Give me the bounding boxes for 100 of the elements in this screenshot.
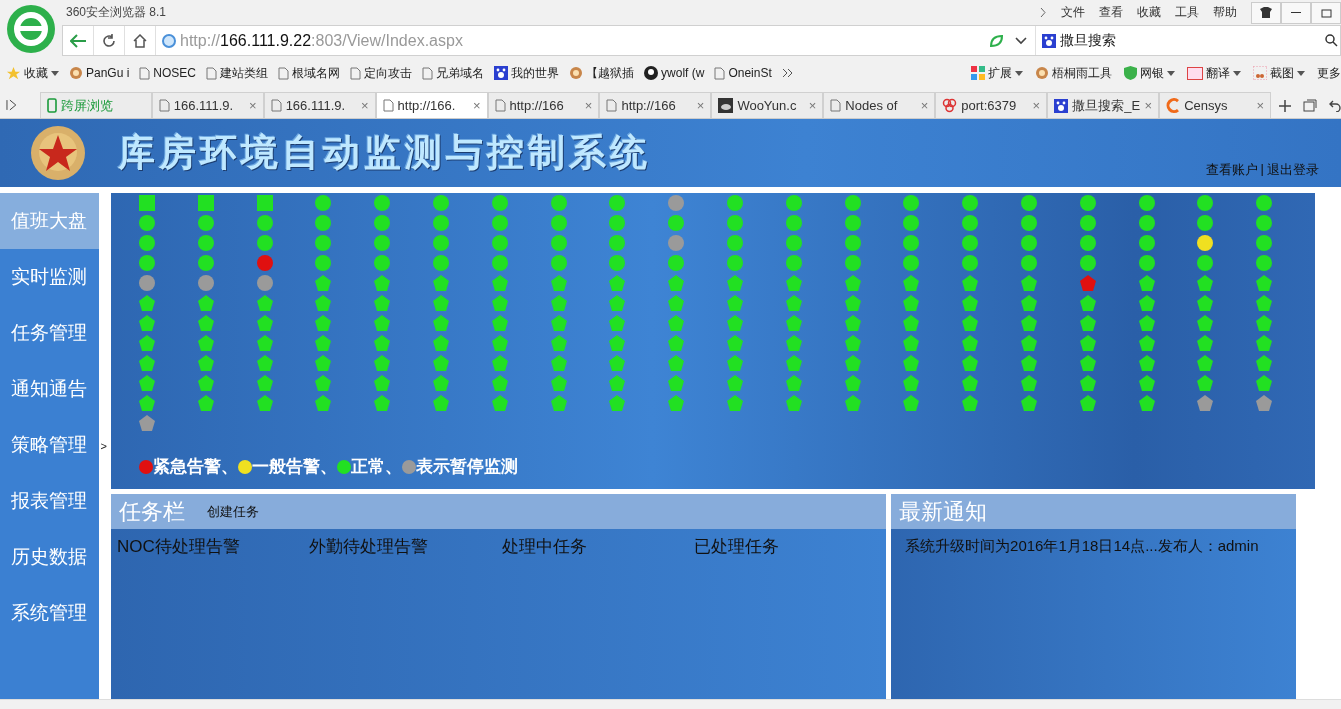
caret-icon[interactable] bbox=[1167, 70, 1175, 76]
panel-title: 最新通知 bbox=[899, 497, 988, 526]
paw-icon bbox=[494, 66, 509, 80]
page-icon bbox=[714, 66, 726, 80]
caret-icon[interactable] bbox=[1297, 70, 1305, 76]
logo-icon bbox=[1035, 66, 1049, 80]
collapse-toggle[interactable]: > bbox=[100, 440, 107, 452]
bookmark-item[interactable]: 定向攻击 bbox=[350, 64, 413, 82]
sidebar-item[interactable]: 报表管理 bbox=[0, 473, 99, 529]
bookmark-item[interactable]: PanGu i bbox=[69, 66, 130, 80]
windows-icon[interactable] bbox=[1303, 99, 1318, 112]
browser-tab[interactable]: 166.111.9. × bbox=[151, 92, 264, 118]
bookmark-item[interactable]: 【越狱插 bbox=[569, 64, 635, 82]
sidebar-item[interactable]: 实时监测 bbox=[0, 249, 99, 305]
toolbar-item[interactable]: 网银 bbox=[1124, 64, 1175, 82]
toolbar-item[interactable]: 梧桐雨工具 bbox=[1035, 64, 1112, 82]
browser-tab[interactable]: 166.111.9. × bbox=[263, 92, 376, 118]
page-icon bbox=[830, 99, 842, 112]
undo-icon[interactable] bbox=[1329, 99, 1341, 112]
browser-tab[interactable]: Nodes of × bbox=[823, 92, 936, 118]
page-icon bbox=[350, 66, 362, 80]
sidebar-item[interactable]: 策略管理 bbox=[0, 417, 99, 473]
bookmark-item[interactable]: ywolf (w bbox=[644, 66, 705, 80]
logo-icon bbox=[569, 66, 584, 80]
toolbar-item[interactable]: 翻译 bbox=[1187, 64, 1241, 82]
menu-item[interactable]: 收藏 bbox=[1137, 4, 1161, 21]
page-icon bbox=[494, 99, 506, 112]
chevron-down-icon[interactable] bbox=[1015, 36, 1027, 45]
caret-icon[interactable] bbox=[51, 70, 59, 76]
search-icon[interactable] bbox=[1325, 34, 1338, 47]
browser-tab[interactable]: 撒旦搜索_E × bbox=[1047, 92, 1160, 118]
sidebar-item[interactable]: 任务管理 bbox=[0, 305, 99, 361]
emblem-icon bbox=[30, 125, 86, 181]
browser-tab[interactable]: http://166. × bbox=[375, 92, 488, 118]
address-bar[interactable]: http://166.111.9.22:803/View/Index.aspx 撒旦搜索 bbox=[62, 25, 1341, 56]
page-icon bbox=[422, 66, 434, 80]
task-category[interactable]: 外勤待处理告警 bbox=[309, 535, 502, 558]
browser-tab[interactable]: port:6379 × bbox=[935, 92, 1048, 118]
reload-icon bbox=[102, 33, 116, 48]
home-icon bbox=[133, 33, 147, 48]
caret-icon[interactable] bbox=[1233, 70, 1241, 76]
bookmark-item[interactable]: NOSEC bbox=[139, 66, 197, 80]
chevron-right-icon[interactable] bbox=[1040, 7, 1047, 18]
browser-logo-icon bbox=[7, 5, 55, 53]
bookmark-item[interactable]: 根域名网 bbox=[278, 64, 341, 82]
shield-icon bbox=[1124, 66, 1137, 80]
globe-icon bbox=[162, 33, 176, 48]
grid-icon bbox=[971, 66, 985, 80]
sidebar-item[interactable]: 历史数据 bbox=[0, 529, 99, 585]
browser-tab[interactable]: WooYun.c × bbox=[711, 92, 824, 118]
menu-item[interactable]: 文件 bbox=[1061, 4, 1085, 21]
legend-label: 表示暂停监测 bbox=[416, 456, 519, 478]
system-title: 库房环境自动监测与控制系统 bbox=[118, 131, 651, 175]
menu-item[interactable]: 工具 bbox=[1175, 4, 1199, 21]
paw-icon bbox=[1042, 33, 1056, 48]
rings-icon bbox=[942, 98, 958, 113]
skin-button[interactable] bbox=[1251, 1, 1281, 24]
logout-link[interactable]: 退出登录 bbox=[1267, 161, 1319, 179]
bookmark-item[interactable]: OneinSt bbox=[714, 66, 772, 80]
legend-label: 正常、 bbox=[351, 456, 403, 478]
cloud-icon bbox=[718, 98, 734, 113]
page-icon bbox=[270, 99, 282, 112]
paw-icon bbox=[1054, 98, 1069, 113]
maximize-button[interactable] bbox=[1311, 1, 1341, 24]
toolbar-item[interactable]: 扩展 bbox=[971, 64, 1023, 82]
sidebar-item[interactable]: 系统管理 bbox=[0, 585, 99, 641]
task-category[interactable]: 已处理任务 bbox=[693, 535, 887, 558]
toolbar-item[interactable]: 截图 bbox=[1253, 64, 1305, 82]
sidebar-item[interactable]: 通知通告 bbox=[0, 361, 99, 417]
bookmark-item[interactable]: 收藏 bbox=[6, 64, 59, 82]
panel-title: 任务栏 bbox=[119, 497, 186, 526]
leaf-icon[interactable] bbox=[989, 33, 1003, 48]
browser-tab[interactable]: http://166 × bbox=[599, 92, 712, 118]
legend-label: 一般告警、 bbox=[252, 456, 338, 478]
minimize-icon bbox=[1291, 11, 1301, 14]
page-icon bbox=[139, 66, 151, 80]
cat-icon bbox=[644, 66, 659, 80]
translate-icon bbox=[1187, 66, 1203, 80]
menu-item[interactable]: 帮助 bbox=[1213, 4, 1237, 21]
caret-icon[interactable] bbox=[1015, 70, 1023, 76]
bookmark-item[interactable]: 兄弟域名 bbox=[422, 64, 485, 82]
c-logo-icon bbox=[1166, 98, 1181, 113]
plus-icon[interactable] bbox=[1279, 99, 1292, 112]
task-category[interactable]: 处理中任务 bbox=[501, 535, 694, 558]
browser-tab[interactable]: http://166 × bbox=[487, 92, 600, 118]
toolbar-item[interactable]: 更多 bbox=[1317, 64, 1341, 82]
create-task-link[interactable]: 创建任务 bbox=[207, 502, 260, 521]
bookmark-item[interactable]: 我的世界 bbox=[494, 64, 560, 82]
account-link[interactable]: 查看账户 bbox=[1205, 161, 1258, 179]
shirt-icon bbox=[1260, 7, 1272, 18]
search-field[interactable]: 撒旦搜索 bbox=[1035, 26, 1340, 55]
bookmark-item[interactable]: 建站类组 bbox=[206, 64, 269, 82]
double-chevron-icon[interactable] bbox=[781, 68, 794, 78]
logo-icon bbox=[69, 66, 83, 80]
notice-text[interactable]: 系统升级时间为2016年1月18日14点...发布人：admin bbox=[891, 529, 1297, 556]
sidebar-toggle-icon[interactable] bbox=[6, 99, 18, 111]
scissors-icon bbox=[1253, 66, 1267, 80]
browser-tab[interactable]: Censys × bbox=[1159, 92, 1272, 118]
menu-item[interactable]: 查看 bbox=[1099, 4, 1123, 21]
url-text: http://166.111.9.22:803/View/Index.aspx bbox=[180, 31, 463, 50]
